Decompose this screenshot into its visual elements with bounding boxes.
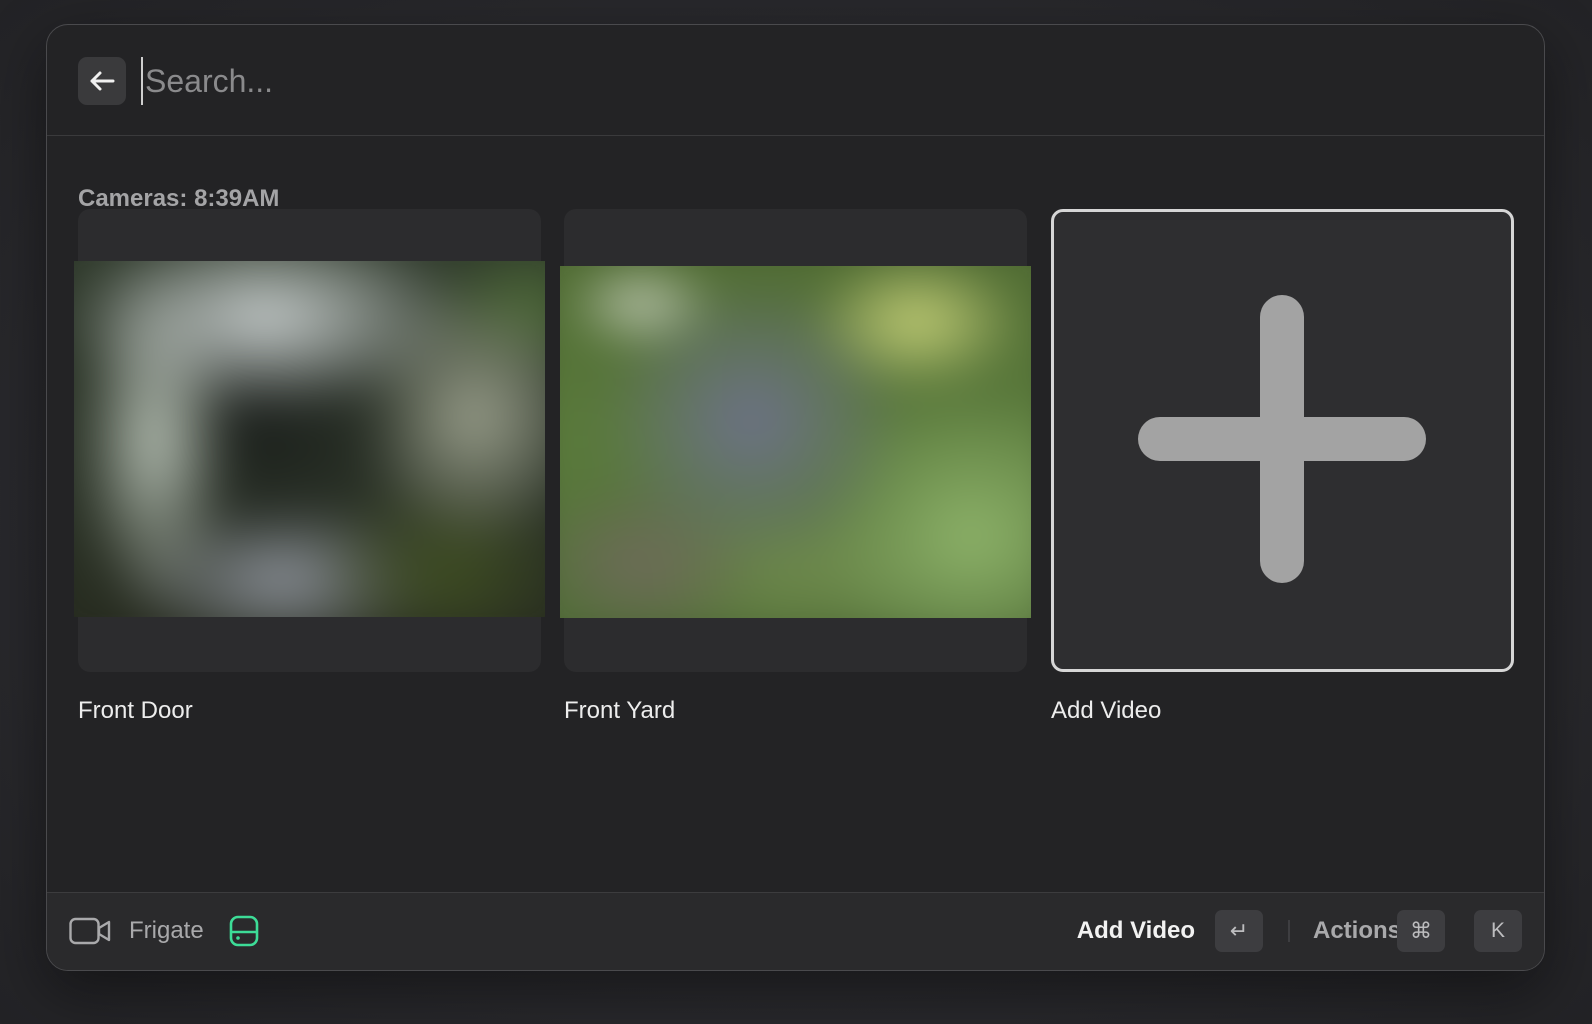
camera-tile-front-door[interactable] [74, 209, 545, 672]
hard-drive-icon [229, 915, 259, 947]
k-key-hint: K [1474, 910, 1522, 952]
search-input[interactable] [141, 57, 1445, 105]
launcher-window: Cameras: 8:39AM Front Door Front Yard Ad… [46, 24, 1545, 971]
search-bar [47, 25, 1544, 136]
primary-action-button[interactable]: Add Video [1077, 917, 1195, 945]
divider [1288, 920, 1290, 942]
add-video-label: Add Video [1051, 697, 1162, 724]
camera-tile-front-yard[interactable] [560, 209, 1031, 672]
actions-button[interactable]: Actions [1313, 917, 1401, 945]
action-bar: Frigate Add Video ↵ Actions ⌘ K [47, 892, 1544, 970]
command-key-hint: ⌘ [1397, 910, 1445, 952]
back-button[interactable] [78, 57, 126, 105]
extension-name: Frigate [129, 917, 204, 944]
camera-label: Front Door [78, 697, 193, 724]
add-video-tile[interactable] [1051, 209, 1514, 672]
camera-snapshot [74, 261, 545, 617]
camera-snapshot [560, 266, 1031, 618]
plus-icon [1138, 295, 1426, 583]
video-camera-icon [69, 917, 111, 945]
enter-key-hint: ↵ [1215, 910, 1263, 952]
arrow-left-icon [90, 71, 115, 91]
camera-label: Front Yard [564, 697, 676, 724]
